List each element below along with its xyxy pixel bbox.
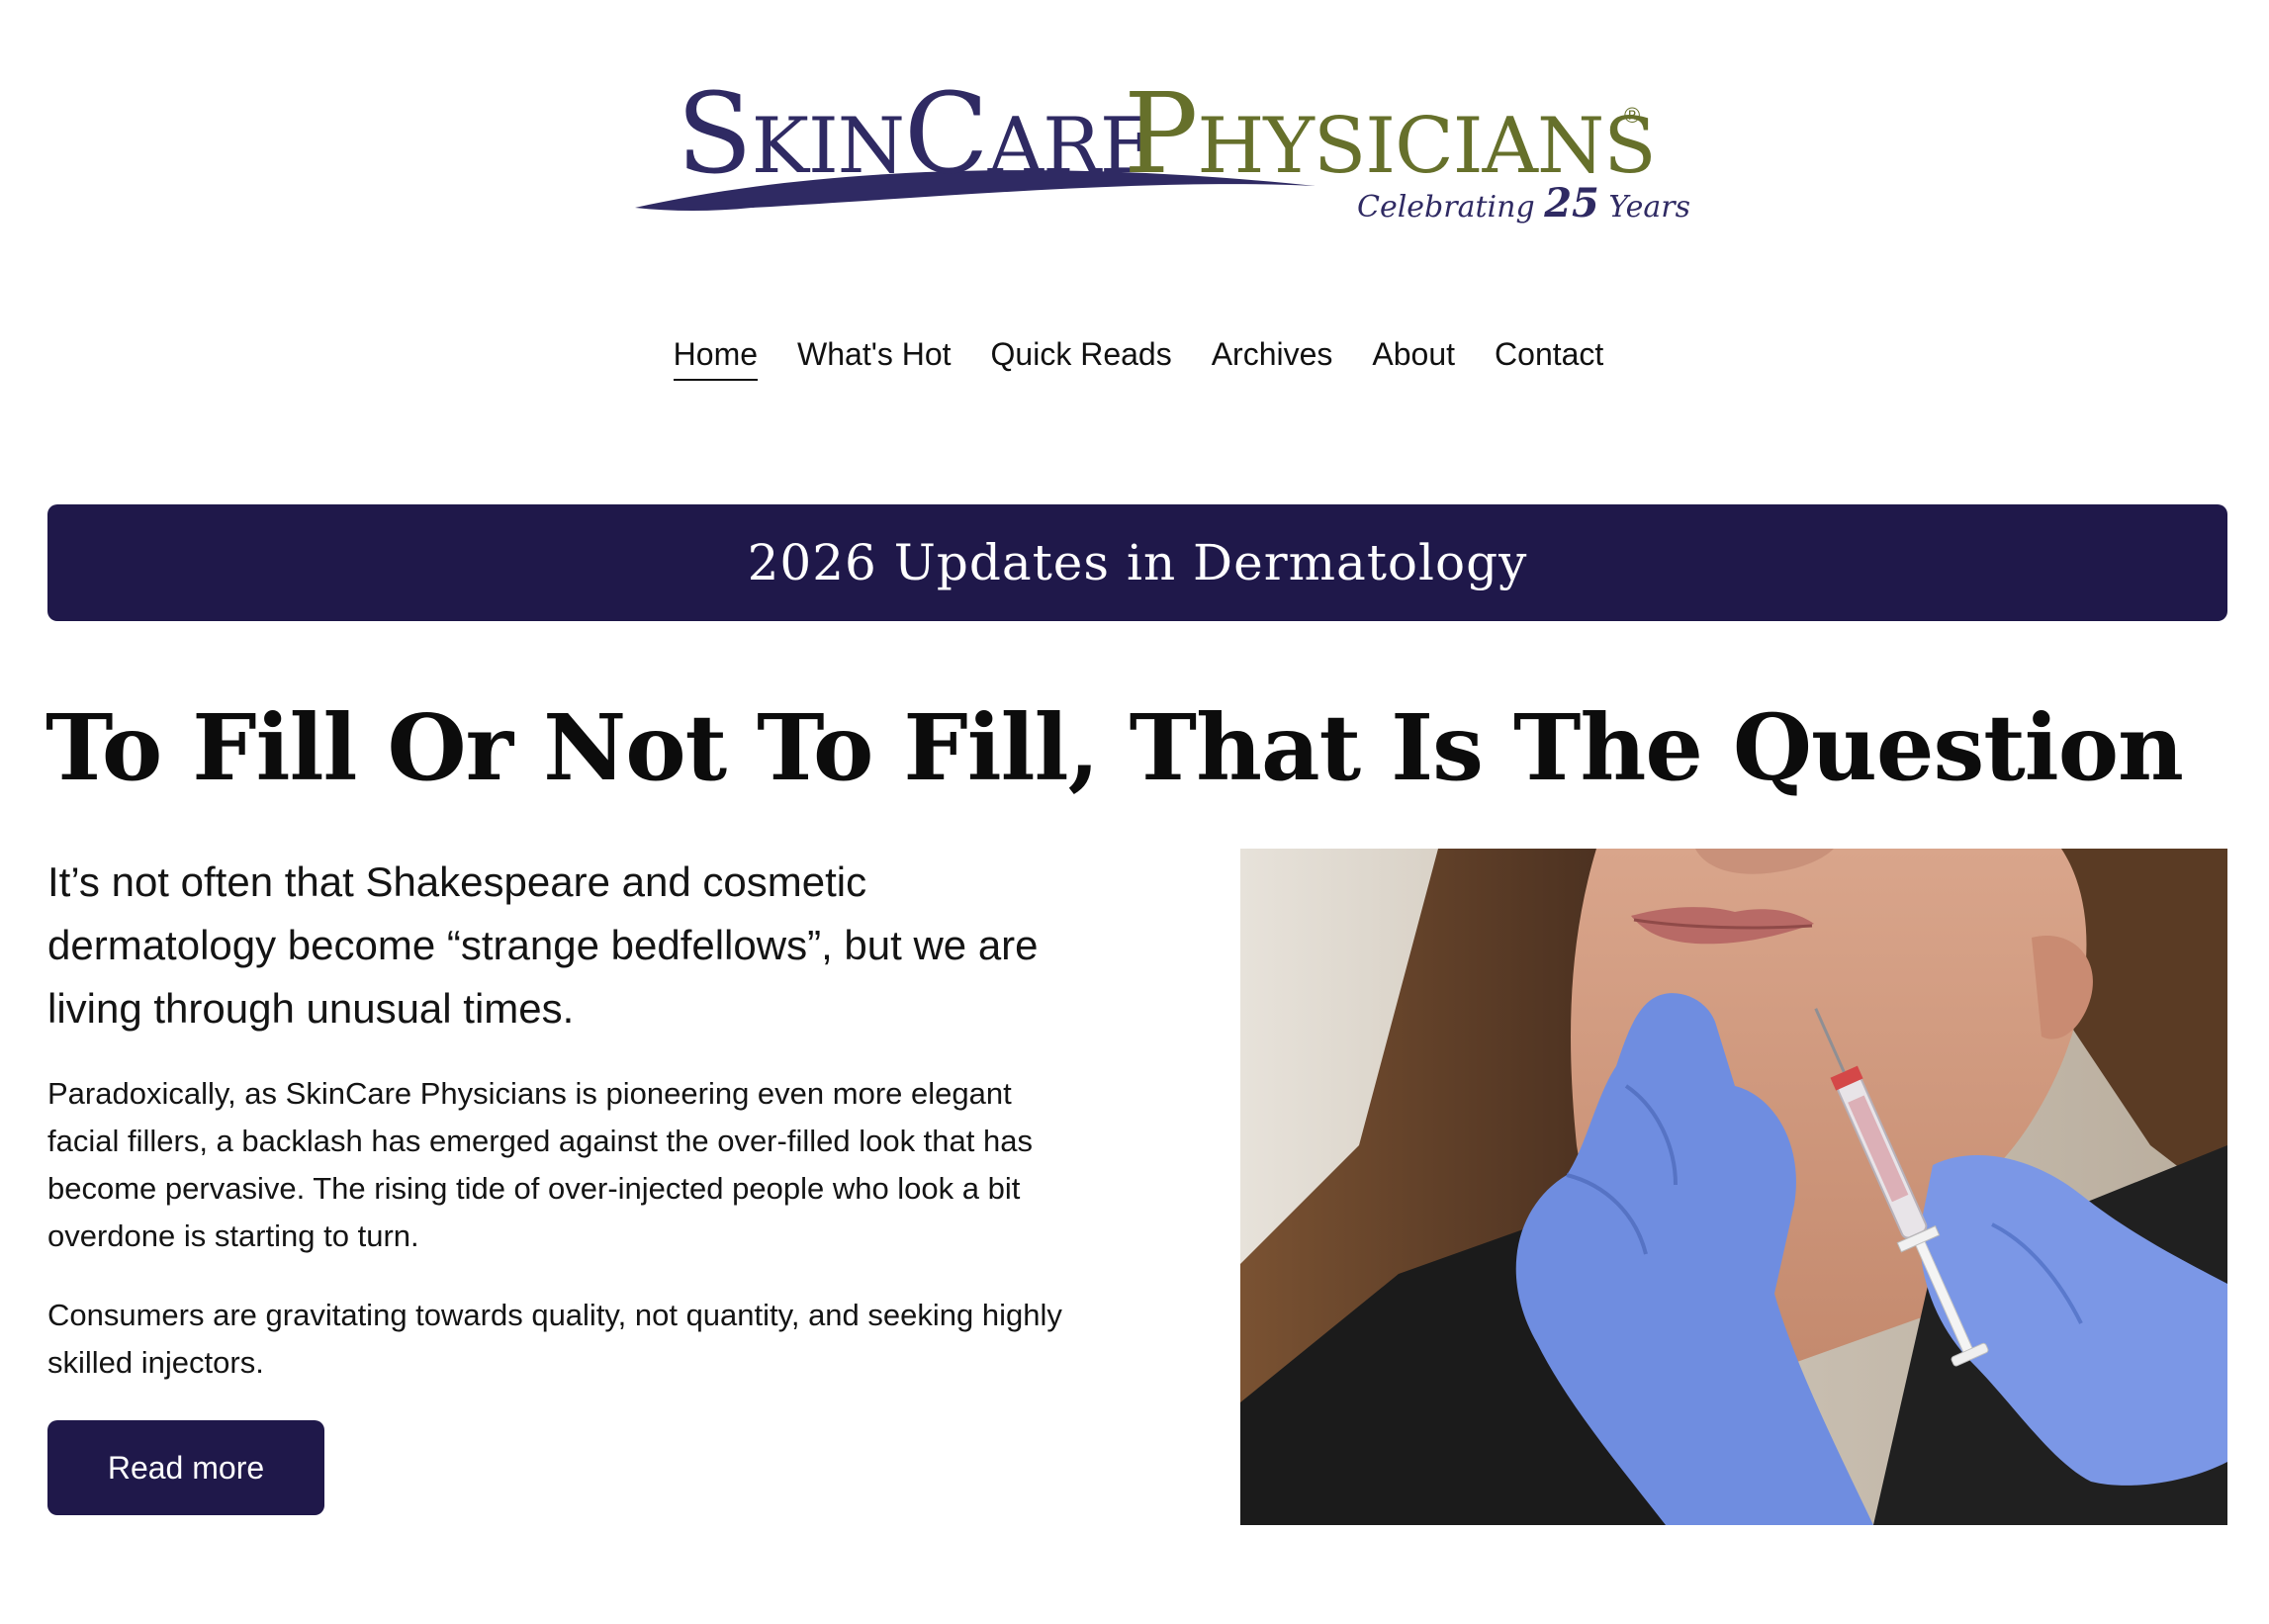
logo-tagline-post: Years	[1598, 190, 1690, 225]
section-banner: 2026 Updates in Dermatology	[47, 504, 2227, 621]
article-paragraph-2: Consumers are gravitating towards qualit…	[47, 1298, 1062, 1380]
logo-tagline-number: 25	[1544, 180, 1599, 226]
logo-tagline: Celebrating 25 Years	[1357, 180, 1690, 226]
filler-injection-photo-icon	[1240, 849, 2227, 1525]
article-paragraph-1: Paradoxically, as SkinCare Physicians is…	[47, 1076, 1033, 1253]
page: SkinCare Physicians ® Celebrating 25 Yea…	[0, 0, 2269, 1624]
logo-brand-physicians: Physicians	[1124, 70, 1657, 199]
main-nav: Home What's Hot Quick Reads Archives Abo…	[0, 336, 2269, 381]
logo-tagline-pre: Celebrating	[1357, 190, 1545, 225]
nav-item-contact[interactable]: Contact	[1495, 336, 1603, 381]
banner-title: 2026 Updates in Dermatology	[747, 534, 1528, 591]
nav-item-home[interactable]: Home	[673, 336, 759, 381]
article-headline[interactable]: To Fill Or Not To Fill, That Is The Ques…	[45, 697, 2184, 798]
article-hero-image[interactable]	[1240, 849, 2227, 1525]
site-logo[interactable]: SkinCare Physicians ® Celebrating 25 Yea…	[633, 70, 1690, 227]
logo-registered-mark: ®	[1624, 103, 1641, 128]
nav-item-archives[interactable]: Archives	[1212, 336, 1333, 381]
article-lede: It’s not often that Shakespeare and cosm…	[47, 858, 1039, 1032]
nav-item-about[interactable]: About	[1372, 336, 1455, 381]
logo-brand-skincare: SkinCare	[677, 70, 1156, 199]
nav-item-quick-reads[interactable]: Quick Reads	[991, 336, 1172, 381]
nav-item-whats-hot[interactable]: What's Hot	[797, 336, 951, 381]
read-more-button[interactable]: Read more	[47, 1420, 324, 1515]
